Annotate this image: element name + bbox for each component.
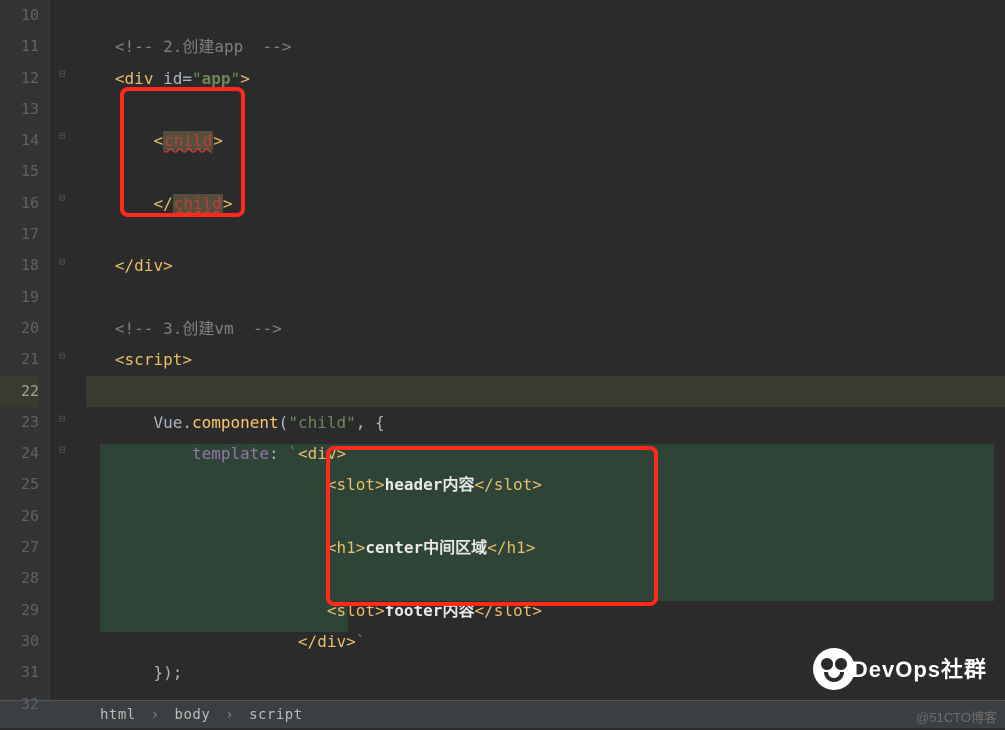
- comment-text: <!-- 2.创建app -->: [115, 37, 292, 56]
- code-line[interactable]: </child>: [86, 188, 1005, 219]
- code-line[interactable]: Vue.component("child", {: [86, 407, 1005, 438]
- line-number: 11: [0, 31, 39, 62]
- line-number: 14: [0, 125, 39, 156]
- line-number: 31: [0, 657, 39, 688]
- code-line[interactable]: <!-- 2.创建app -->: [86, 31, 1005, 62]
- comment-text: <!-- 3.创建vm -->: [115, 319, 282, 338]
- line-number: 16: [0, 188, 39, 219]
- code-line[interactable]: <slot>header内容</slot>: [86, 469, 1005, 500]
- fold-marker-icon[interactable]: ⊟: [56, 444, 68, 456]
- code-line[interactable]: [86, 282, 1005, 313]
- fold-marker-icon[interactable]: ⊟: [56, 130, 68, 142]
- line-number: 32: [0, 689, 39, 720]
- line-number: 22: [0, 376, 39, 407]
- code-line[interactable]: <script>: [86, 344, 1005, 375]
- code-line[interactable]: [86, 689, 1005, 720]
- code-line[interactable]: <h1>center中间区域</h1>: [86, 532, 1005, 563]
- code-line[interactable]: [86, 501, 1005, 532]
- code-area[interactable]: <!-- 2.创建app --> <div id="app"> <child> …: [78, 0, 1005, 700]
- fold-marker-icon[interactable]: ⊟: [56, 256, 68, 268]
- line-number: 23: [0, 407, 39, 438]
- code-line[interactable]: <slot>footer内容</slot>: [86, 595, 1005, 626]
- line-number: 18: [0, 250, 39, 281]
- line-number: 12: [0, 63, 39, 94]
- code-line-active[interactable]: [86, 376, 1005, 407]
- code-line[interactable]: template: `<div>: [86, 438, 1005, 469]
- line-number: 17: [0, 219, 39, 250]
- line-number: 30: [0, 626, 39, 657]
- line-number: 10: [0, 0, 39, 31]
- line-number: 25: [0, 469, 39, 500]
- line-number: 24: [0, 438, 39, 469]
- line-number: 29: [0, 595, 39, 626]
- code-line[interactable]: <child>: [86, 125, 1005, 156]
- code-line[interactable]: </div>: [86, 250, 1005, 281]
- line-number-gutter: 10 11 12 13 14 15 16 17 18 19 20 21 22 2…: [0, 0, 50, 700]
- line-number: 19: [0, 282, 39, 313]
- code-line[interactable]: [86, 219, 1005, 250]
- line-number: 27: [0, 532, 39, 563]
- line-number: 20: [0, 313, 39, 344]
- watermark-attribution: @51CTO博客: [916, 707, 997, 726]
- fold-marker-icon[interactable]: ⊟: [56, 413, 68, 425]
- line-number: 13: [0, 94, 39, 125]
- code-line[interactable]: <!-- 3.创建vm -->: [86, 313, 1005, 344]
- code-line[interactable]: [86, 94, 1005, 125]
- code-line[interactable]: [86, 156, 1005, 187]
- line-number: 26: [0, 501, 39, 532]
- code-line[interactable]: [86, 563, 1005, 594]
- code-line[interactable]: <div id="app">: [86, 63, 1005, 94]
- code-editor[interactable]: 10 11 12 13 14 15 16 17 18 19 20 21 22 2…: [0, 0, 1005, 700]
- fold-marker-icon[interactable]: ⊟: [56, 192, 68, 204]
- line-number: 15: [0, 156, 39, 187]
- fold-marker-icon[interactable]: ⊟: [56, 68, 68, 80]
- line-number: 21: [0, 344, 39, 375]
- fold-marker-icon[interactable]: ⊟: [56, 350, 68, 362]
- fold-column: ⊟ ⊟ ⊟ ⊟ ⊟ ⊟ ⊟: [50, 0, 78, 700]
- watermark-text: DevOps社群: [852, 652, 987, 684]
- line-number: 28: [0, 563, 39, 594]
- watermark-logo-icon: [813, 648, 855, 690]
- code-line[interactable]: [86, 0, 1005, 31]
